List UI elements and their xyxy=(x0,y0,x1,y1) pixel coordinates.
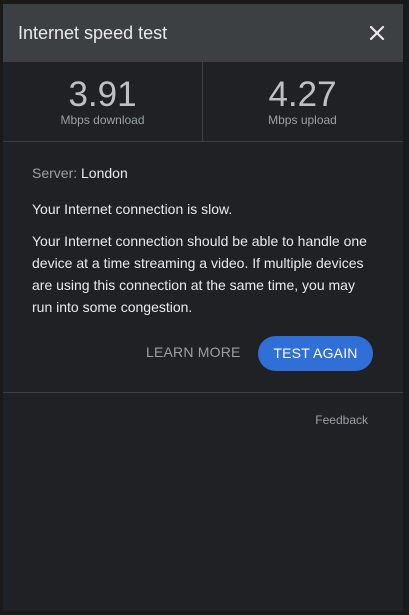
upload-value: 4.27 xyxy=(268,75,337,114)
feedback-link[interactable]: Feedback xyxy=(315,413,368,427)
test-again-button[interactable]: TEST AGAIN xyxy=(258,336,373,371)
upload-unit: Mbps upload xyxy=(268,113,337,127)
speed-metrics: 3.91 Mbps download 4.27 Mbps upload xyxy=(3,62,403,142)
footer-divider xyxy=(3,392,403,393)
server-label: Server: xyxy=(32,165,78,181)
server-line: Server: London xyxy=(32,164,377,182)
upload-metric: 4.27 Mbps upload xyxy=(203,62,402,141)
dialog-header: Internet speed test xyxy=(3,4,403,62)
connection-status: Your Internet connection is slow. xyxy=(32,201,233,217)
download-metric: 3.91 Mbps download xyxy=(3,62,202,141)
download-value: 3.91 xyxy=(68,75,137,114)
download-unit: Mbps download xyxy=(60,113,145,127)
server-value: London xyxy=(81,165,128,181)
close-button[interactable] xyxy=(367,23,387,43)
learn-more-button[interactable]: LEARN MORE xyxy=(146,344,241,360)
close-icon xyxy=(369,25,385,41)
result-body: Server: London Your Internet connection … xyxy=(32,164,377,318)
dialog-title: Internet speed test xyxy=(18,23,168,43)
connection-description: Your Internet connection should be able … xyxy=(32,233,367,315)
speed-test-dialog: Internet speed test 3.91 Mbps download 4… xyxy=(3,4,403,611)
